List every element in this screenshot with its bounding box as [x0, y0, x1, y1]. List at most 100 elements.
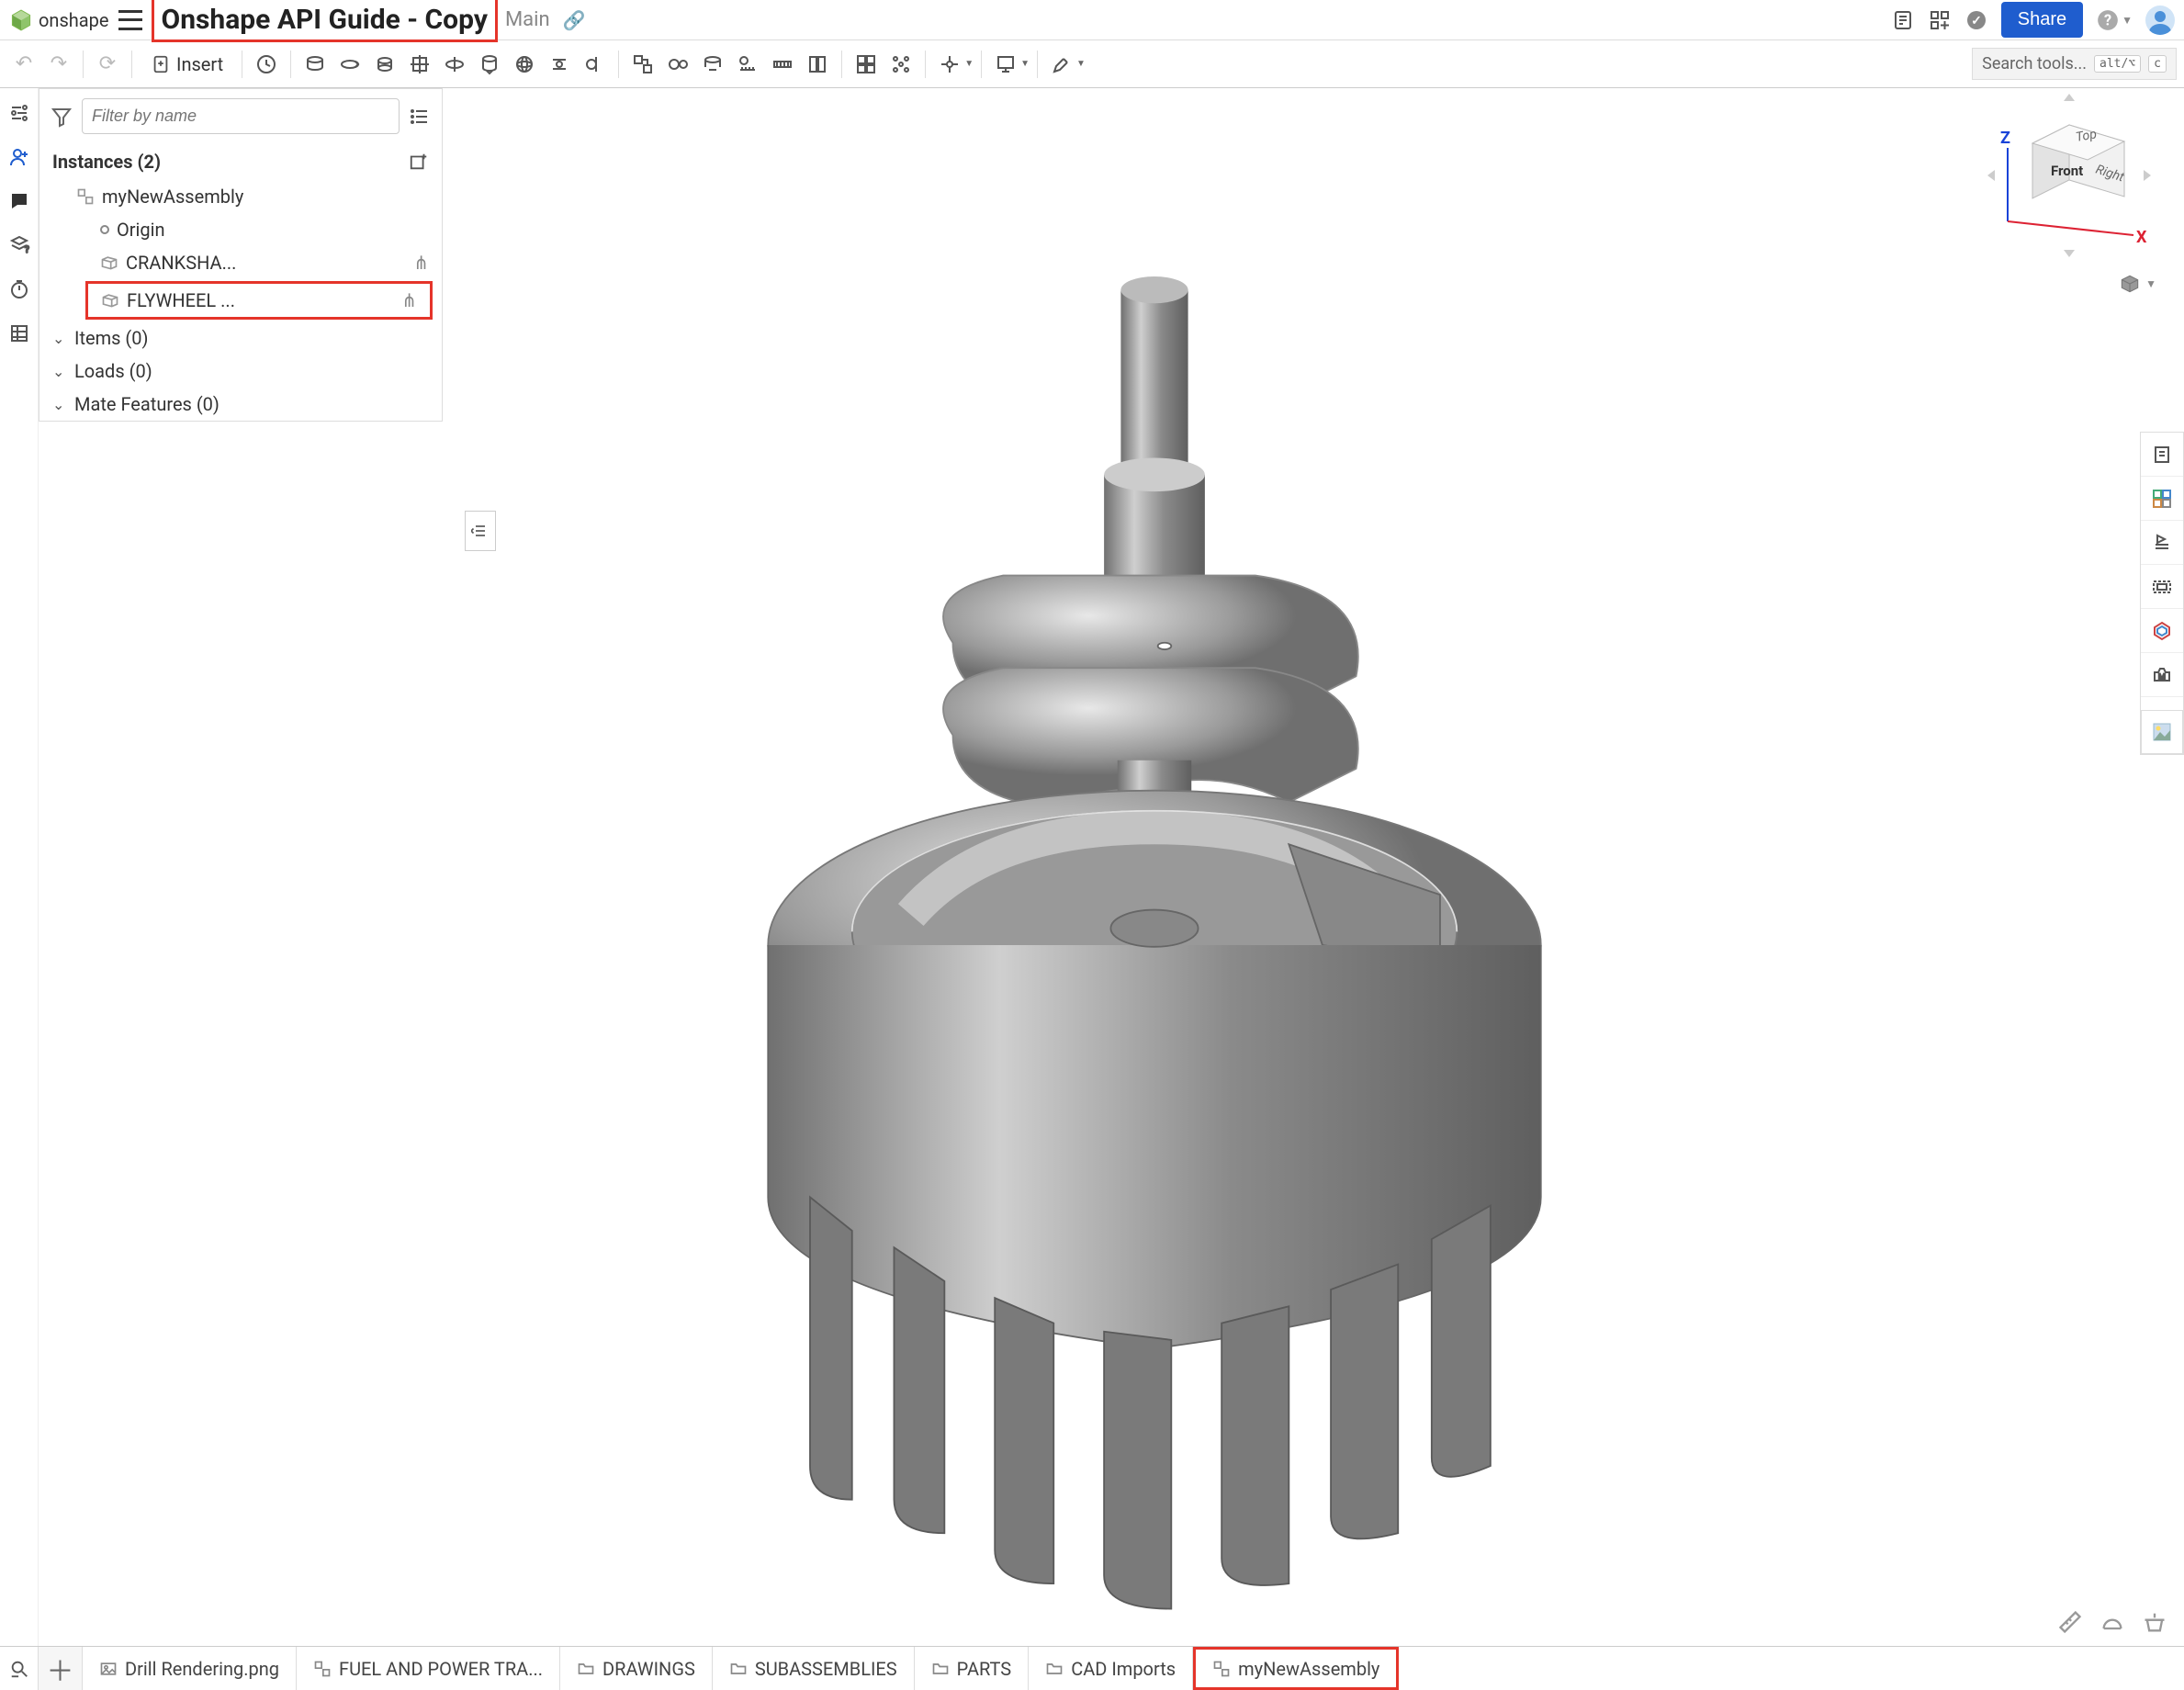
comments-icon[interactable] [6, 187, 33, 215]
list-view-icon[interactable] [409, 106, 431, 128]
chevron-down-icon: ⌄ [52, 330, 67, 347]
tab-my-new-assembly-highlight[interactable]: myNewAssembly [1193, 1647, 1399, 1690]
pattern-icon[interactable] [884, 48, 918, 81]
relation-gear-icon[interactable] [661, 48, 694, 81]
app-logo[interactable]: onshape [9, 8, 109, 32]
mate-slider-icon[interactable] [368, 48, 401, 81]
tools-dropdown[interactable]: ▼ [1045, 48, 1086, 81]
help-menu[interactable]: ? ▼ [2096, 8, 2133, 32]
section-icon[interactable] [2100, 1609, 2125, 1635]
panel-collapse-handle[interactable] [465, 511, 496, 551]
replicate-icon[interactable] [850, 48, 883, 81]
doc-title-highlight: Onshape API Guide - Copy [152, 0, 498, 42]
group-icon[interactable] [626, 48, 659, 81]
user-avatar[interactable] [2145, 6, 2175, 35]
assembly-icon [76, 187, 95, 206]
timer-icon[interactable] [6, 276, 33, 303]
named-views-icon[interactable] [2141, 565, 2183, 609]
mate-fastened-icon[interactable] [298, 48, 332, 81]
right-rail: M [2140, 432, 2184, 755]
filter-icon[interactable] [51, 106, 73, 128]
relation-screw-icon[interactable] [766, 48, 799, 81]
properties-icon[interactable] [2141, 433, 2183, 477]
mate-pin-icon[interactable] [473, 48, 506, 81]
tree-items-section[interactable]: ⌄ Items (0) [39, 321, 442, 355]
reload-button[interactable]: ⟳ [91, 48, 124, 81]
app-store-icon[interactable] [1928, 8, 1952, 32]
tab-fuel-power[interactable]: FUEL AND POWER TRA... [297, 1647, 560, 1690]
tab-drill-rendering[interactable]: Drill Rendering.png [83, 1647, 297, 1690]
tree-origin[interactable]: Origin [39, 213, 442, 246]
display-options-dropdown[interactable]: ▼ [989, 48, 1030, 81]
left-rail: ? [0, 88, 39, 1646]
folder-icon [931, 1660, 950, 1678]
tab-cad-imports[interactable]: CAD Imports [1029, 1647, 1193, 1690]
mate-indicator-icon: ⋔ [413, 252, 429, 274]
tab-parts[interactable]: PARTS [915, 1647, 1030, 1690]
bottom-status-widgets [2057, 1609, 2167, 1635]
chevron-down-icon: ⌄ [52, 363, 67, 380]
history-icon[interactable] [250, 48, 283, 81]
mate-revolute-icon[interactable] [333, 48, 366, 81]
document-title[interactable]: Onshape API Guide - Copy [162, 4, 488, 36]
breadcrumb-current[interactable]: Main [505, 8, 550, 31]
hamburger-menu-icon[interactable] [118, 10, 142, 30]
undo-button[interactable]: ↶ [7, 48, 40, 81]
3d-model-render [649, 256, 1660, 1634]
add-person-icon[interactable] [6, 143, 33, 171]
assembly-icon [313, 1660, 332, 1678]
tab-drawings[interactable]: DRAWINGS [560, 1647, 713, 1690]
appearance-icon[interactable] [2141, 710, 2183, 754]
view-cube[interactable]: Z Y X Front Right Top [1982, 88, 2156, 263]
bom-icon[interactable] [6, 320, 33, 347]
header-actions: ✓ Share ? ▼ [1891, 2, 2175, 38]
learning-icon[interactable]: ✓ [1964, 8, 1988, 32]
search-tools[interactable]: Search tools... alt/⌥ c [1972, 48, 2177, 80]
relation-rack-icon[interactable] [731, 48, 764, 81]
tab-label: Drill Rendering.png [125, 1658, 279, 1680]
folder-icon [729, 1660, 748, 1678]
insert-label: Insert [176, 53, 223, 75]
snap-icon[interactable] [801, 48, 834, 81]
units-icon[interactable] [2142, 1609, 2167, 1635]
mass-props-icon[interactable]: M [2141, 653, 2183, 697]
versions-icon[interactable]: ? [6, 231, 33, 259]
redo-button[interactable]: ↷ [42, 48, 75, 81]
tab-label: CAD Imports [1071, 1658, 1176, 1680]
mate-parallel-icon[interactable] [543, 48, 576, 81]
mate-cylindrical-icon[interactable] [438, 48, 471, 81]
tree-part-flywheel-highlight[interactable]: FLYWHEEL ... ⋔ [85, 281, 433, 320]
insert-button[interactable]: Insert [140, 48, 234, 81]
notes-icon[interactable] [1891, 8, 1915, 32]
mate-ball-icon[interactable] [508, 48, 541, 81]
part-icon [100, 254, 118, 271]
configurations-icon[interactable] [2141, 609, 2183, 653]
link-icon[interactable]: 🔗 [563, 9, 586, 31]
tab-search-icon[interactable] [0, 1647, 39, 1690]
share-button[interactable]: Share [2001, 2, 2083, 38]
tree-assembly-root[interactable]: myNewAssembly [39, 180, 442, 213]
exploded-view-icon[interactable] [2141, 477, 2183, 521]
add-instance-icon[interactable] [409, 152, 429, 172]
mate-tangent-icon[interactable] [578, 48, 611, 81]
measure-icon[interactable] [2057, 1609, 2083, 1635]
search-kbd2: c [2148, 55, 2167, 73]
render-mode-dropdown[interactable]: ▼ [2118, 272, 2156, 296]
search-tools-label: Search tools... [1982, 54, 2087, 73]
tree-part-crankshaft[interactable]: CRANKSHA... ⋔ [39, 246, 442, 279]
onshape-logo-icon [9, 8, 33, 32]
relation-linear-icon[interactable] [696, 48, 729, 81]
tree-mates-section[interactable]: ⌄ Mate Features (0) [39, 388, 442, 421]
add-tab-button[interactable]: ＋ [39, 1647, 83, 1690]
app-logo-text: onshape [39, 9, 109, 31]
mate-planar-icon[interactable] [403, 48, 436, 81]
tree-loads-section[interactable]: ⌄ Loads (0) [39, 355, 442, 388]
filter-input[interactable] [82, 98, 400, 134]
loads-label: Loads (0) [74, 360, 152, 382]
feature-tree-toggle-icon[interactable] [6, 99, 33, 127]
tab-label: SUBASSEMBLIES [755, 1658, 897, 1680]
display-states-icon[interactable] [2141, 521, 2183, 565]
instances-header[interactable]: Instances (2) [39, 143, 442, 180]
tab-subassemblies[interactable]: SUBASSEMBLIES [713, 1647, 915, 1690]
mate-connector-dropdown[interactable]: ▼ [933, 48, 974, 81]
